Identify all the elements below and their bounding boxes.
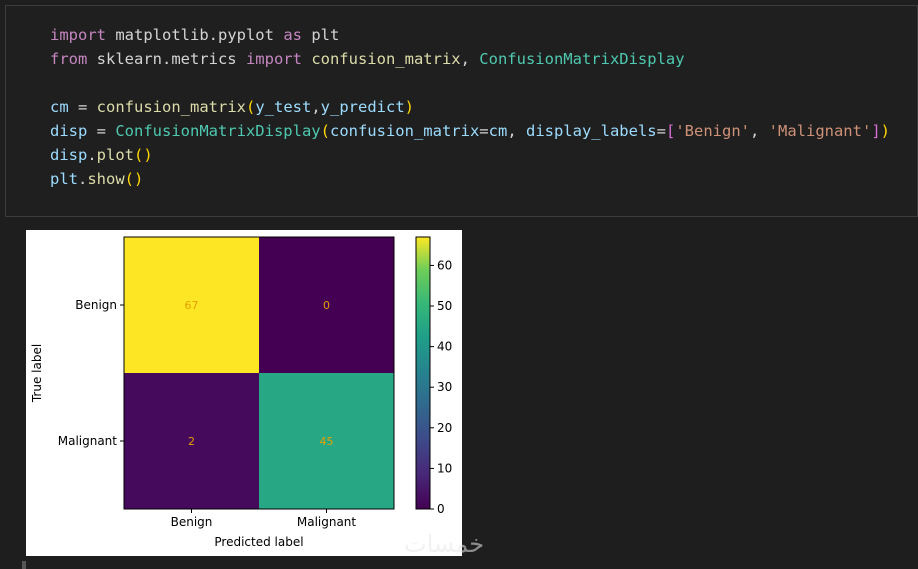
code-token: sklearn.metrics [87, 50, 246, 68]
code-token: as [283, 26, 302, 44]
code-token: show [87, 170, 125, 188]
code-line: plt.show() [50, 170, 143, 188]
colorbar-tick-label: 0 [437, 502, 445, 516]
code-line: cm = confusion_matrix(y_test,y_predict) [50, 98, 414, 116]
x-axis-label: Predicted label [214, 535, 303, 549]
code-token: , [311, 98, 321, 116]
code-token: plot [96, 146, 134, 164]
code-line: disp.plot() [50, 146, 153, 164]
colorbar-tick-label: 50 [437, 299, 452, 313]
code-token: . [78, 170, 88, 188]
code-token: cm [50, 98, 69, 116]
code-token: import [245, 50, 302, 68]
y-tick-label: Malignant [58, 434, 118, 448]
cell-value: 0 [323, 299, 330, 312]
code-token: . [87, 146, 97, 164]
code-token: cm [488, 122, 508, 140]
colorbar-tick-label: 60 [437, 258, 452, 272]
output-plot: 67 0 2 45 Benign Malignant Benign Malignant P… [26, 230, 462, 556]
code-token: = [656, 122, 666, 140]
code-token: ConfusionMatrixDisplay [115, 122, 321, 140]
colorbar-tick-label: 40 [437, 340, 452, 354]
x-tick-label: Malignant [297, 515, 357, 529]
code-token: , [507, 122, 526, 140]
code-token: confusion_matrix [96, 98, 246, 116]
code-token: = [87, 122, 116, 140]
code-token: , [749, 122, 769, 140]
code-token: 'Malignant' [768, 122, 872, 140]
code-token: ConfusionMatrixDisplay [479, 50, 685, 68]
code-token: disp [50, 146, 88, 164]
code-token: y_test [255, 98, 312, 116]
code-line: import matplotlib.pyplot as plt [50, 26, 339, 44]
code-token: = [68, 98, 97, 116]
y-axis-label: True label [30, 344, 44, 403]
code-token: plt [50, 170, 78, 188]
code-token: display_labels [525, 122, 657, 140]
code-line: from sklearn.metrics import confusion_ma… [50, 50, 685, 68]
code-token: disp [50, 122, 88, 140]
cell-value: 2 [188, 435, 195, 448]
x-tick-label: Benign [171, 515, 213, 529]
scroll-indicator [22, 561, 26, 569]
confusion-matrix-chart: 67 0 2 45 Benign Malignant Benign Malignant P… [30, 236, 452, 549]
code-token: from [50, 50, 88, 68]
code-token: () [134, 146, 153, 164]
code-token: plt [301, 26, 340, 44]
code-token: matplotlib.pyplot [106, 26, 284, 44]
code-line: disp = ConfusionMatrixDisplay(confusion_… [50, 122, 890, 140]
code-token: () [124, 170, 144, 188]
cell-value: 67 [185, 299, 199, 312]
colorbar-tick-label: 10 [437, 461, 452, 475]
code-token: confusion_matrix [329, 122, 480, 140]
code-token: ) [880, 122, 890, 140]
code-token: y_predict [320, 98, 405, 116]
cell-value: 45 [320, 435, 334, 448]
code-token: ( [320, 122, 330, 140]
colorbar-tick-label: 20 [437, 421, 452, 435]
code-token: [ [665, 122, 676, 140]
colorbar-tick-label: 30 [437, 380, 452, 394]
code-editor[interactable]: import matplotlib.pyplot as plt from skl… [50, 23, 890, 191]
code-token: confusion_matrix [311, 50, 461, 68]
y-tick-label: Benign [75, 298, 117, 312]
code-token: 'Benign' [675, 122, 750, 140]
colorbar [415, 236, 431, 510]
code-token: import [50, 26, 106, 44]
code-token: = [479, 122, 489, 140]
watermark: خمسات [404, 530, 485, 558]
code-token: , [460, 50, 480, 68]
code-cell[interactable]: import matplotlib.pyplot as plt from skl… [5, 5, 918, 217]
code-token: ( [245, 98, 256, 116]
code-token: ) [404, 98, 415, 116]
code-token: ] [871, 122, 881, 140]
